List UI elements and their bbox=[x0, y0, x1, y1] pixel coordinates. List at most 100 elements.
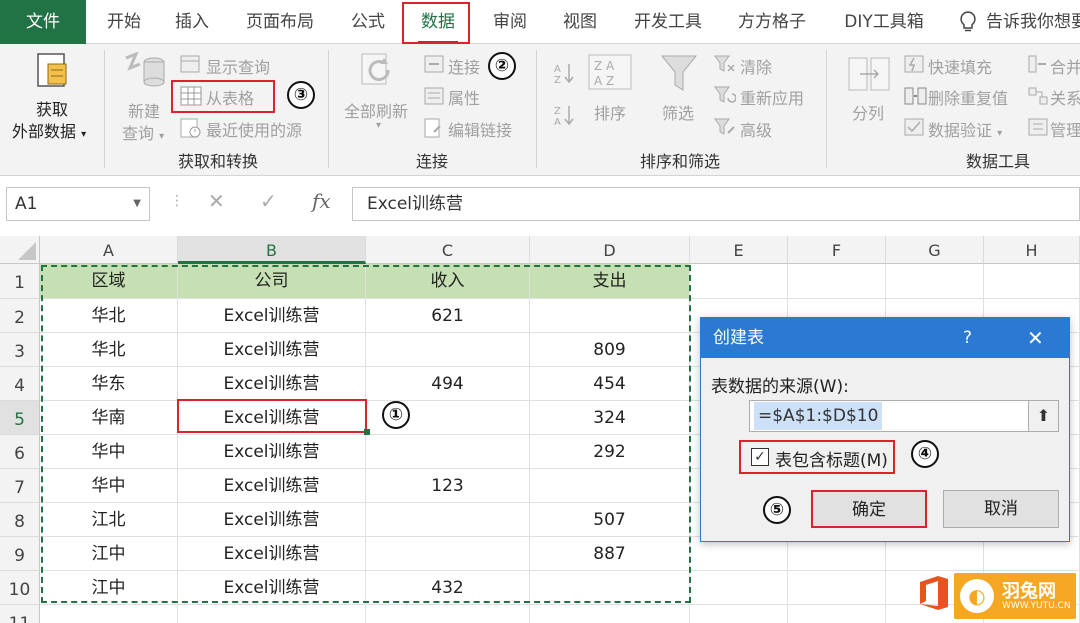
properties-icon bbox=[424, 87, 444, 109]
recent-sources-button[interactable]: 最近使用的源 bbox=[206, 117, 302, 141]
get-external-data-button[interactable]: 外部数据 ▾ bbox=[12, 118, 86, 142]
cancel-icon[interactable]: ✕ bbox=[208, 189, 225, 213]
table-cell[interactable] bbox=[40, 605, 178, 623]
enter-check-icon[interactable]: ✓ bbox=[260, 189, 277, 213]
collapse-dialog-icon[interactable]: ⬆ bbox=[1028, 401, 1058, 431]
chevron-down-icon: ▾ bbox=[997, 128, 1003, 139]
manage-data-model-icon bbox=[1028, 118, 1048, 140]
table-cell[interactable] bbox=[530, 605, 690, 623]
column-header-d[interactable]: D bbox=[530, 236, 690, 264]
column-header-c[interactable]: C bbox=[366, 236, 530, 264]
name-box[interactable]: A1 ▼ bbox=[6, 187, 150, 221]
select-all-corner[interactable] bbox=[0, 236, 40, 264]
tab-diy-toolbox[interactable]: DIY工具箱 bbox=[842, 0, 926, 44]
data-validation-button[interactable]: 数据验证 ▾ bbox=[928, 117, 1002, 141]
tab-review[interactable]: 审阅 bbox=[490, 0, 530, 44]
column-header-b[interactable]: B bbox=[178, 236, 366, 264]
get-external-label-1[interactable]: 获取 bbox=[36, 96, 68, 120]
new-query-icon bbox=[122, 51, 166, 94]
new-query-button[interactable]: 查询 ▾ bbox=[122, 120, 164, 144]
table-cell[interactable] bbox=[366, 605, 530, 623]
tab-view[interactable]: 视图 bbox=[560, 0, 600, 44]
advanced-button[interactable]: 高级 bbox=[740, 117, 772, 141]
new-query-label-1[interactable]: 新建 bbox=[128, 98, 160, 122]
table-cell[interactable] bbox=[788, 537, 886, 571]
table-cell[interactable] bbox=[886, 264, 984, 299]
row-header-5[interactable]: 5 bbox=[0, 401, 40, 435]
column-header-f[interactable]: F bbox=[788, 236, 886, 264]
column-header-e[interactable]: E bbox=[690, 236, 788, 264]
table-cell[interactable] bbox=[788, 571, 886, 605]
chevron-down-icon: ▾ bbox=[159, 131, 165, 142]
row-header-1[interactable]: 1 bbox=[0, 264, 40, 299]
header-checkbox-label[interactable]: 表包含标题(M) bbox=[775, 446, 888, 471]
row-header-9[interactable]: 9 bbox=[0, 537, 40, 571]
watermark-name: 羽兔网 bbox=[1002, 581, 1056, 602]
edit-links-button[interactable]: 编辑链接 bbox=[448, 117, 512, 141]
tab-fangfang[interactable]: 方方格子 bbox=[736, 0, 808, 44]
remove-duplicates-button[interactable]: 删除重复值 bbox=[928, 85, 1008, 109]
flash-fill-button[interactable]: 快速填充 bbox=[928, 54, 992, 78]
tell-me-search[interactable]: 告诉我你想要 bbox=[986, 0, 1080, 44]
tab-insert[interactable]: 插入 bbox=[172, 0, 212, 44]
consolidate-button[interactable]: 合并 bbox=[1050, 54, 1080, 78]
step-1-marker: ① bbox=[382, 401, 410, 429]
reapply-icon bbox=[714, 86, 737, 108]
table-cell[interactable] bbox=[788, 605, 886, 623]
column-header-g[interactable]: G bbox=[886, 236, 984, 264]
refresh-all-button[interactable]: 全部刷新 bbox=[344, 98, 408, 122]
tab-formulas[interactable]: 公式 bbox=[348, 0, 388, 44]
relationships-button[interactable]: 关系 bbox=[1050, 85, 1080, 109]
help-button[interactable]: ? bbox=[963, 318, 972, 358]
formula-input[interactable]: Excel训练营 bbox=[352, 187, 1080, 221]
properties-button[interactable]: 属性 bbox=[448, 85, 480, 109]
range-input[interactable]: =$A$1:$D$10 ⬆ bbox=[749, 400, 1059, 432]
insert-function-icon[interactable]: fx bbox=[312, 189, 331, 213]
svg-text:A: A bbox=[554, 64, 561, 75]
step-4-marker: ④ bbox=[911, 440, 939, 468]
table-cell[interactable] bbox=[984, 537, 1080, 571]
row-header-8[interactable]: 8 bbox=[0, 503, 40, 537]
step-2-marker: ② bbox=[488, 52, 516, 80]
table-cell[interactable] bbox=[690, 537, 788, 571]
row-header-11[interactable]: 11 bbox=[0, 605, 40, 623]
column-header-h[interactable]: H bbox=[984, 236, 1080, 264]
table-cell[interactable] bbox=[690, 571, 788, 605]
filter-button[interactable]: 筛选 bbox=[662, 100, 694, 124]
show-queries-icon bbox=[180, 55, 200, 77]
tab-file[interactable]: 文件 bbox=[0, 0, 86, 44]
relationships-icon bbox=[1028, 87, 1048, 109]
sort-button[interactable]: 排序 bbox=[594, 100, 626, 124]
row-header-2[interactable]: 2 bbox=[0, 299, 40, 333]
fill-handle[interactable] bbox=[364, 429, 370, 435]
show-queries-button[interactable]: 显示查询 bbox=[206, 54, 270, 78]
close-icon[interactable]: ✕ bbox=[1027, 318, 1044, 358]
group-data-tools-label: 数据工具 bbox=[965, 152, 1030, 171]
tab-home[interactable]: 开始 bbox=[104, 0, 144, 44]
chevron-down-icon: ▾ bbox=[81, 129, 87, 140]
connections-button[interactable]: 连接 bbox=[448, 54, 480, 78]
reapply-button[interactable]: 重新应用 bbox=[740, 85, 804, 109]
text-to-columns-button[interactable]: 分列 bbox=[852, 100, 884, 124]
table-cell[interactable] bbox=[690, 264, 788, 299]
table-cell[interactable] bbox=[984, 264, 1080, 299]
table-cell[interactable] bbox=[178, 605, 366, 623]
row-header-7[interactable]: 7 bbox=[0, 469, 40, 503]
ok-button[interactable]: 确定 bbox=[811, 490, 927, 528]
svg-text:Z: Z bbox=[554, 106, 561, 117]
row-header-6[interactable]: 6 bbox=[0, 435, 40, 469]
table-cell[interactable] bbox=[690, 605, 788, 623]
table-cell[interactable] bbox=[788, 264, 886, 299]
manage-button[interactable]: 管理 bbox=[1050, 117, 1080, 141]
column-header-a[interactable]: A bbox=[40, 236, 178, 264]
header-checkbox[interactable]: ✓ bbox=[751, 448, 769, 466]
chevron-down-icon: ▾ bbox=[376, 120, 382, 131]
tab-page-layout[interactable]: 页面布局 bbox=[244, 0, 316, 44]
clear-button[interactable]: 清除 bbox=[740, 54, 772, 78]
table-cell[interactable] bbox=[886, 537, 984, 571]
row-header-10[interactable]: 10 bbox=[0, 571, 40, 605]
cancel-button[interactable]: 取消 bbox=[943, 490, 1059, 528]
row-header-3[interactable]: 3 bbox=[0, 333, 40, 367]
tab-developer[interactable]: 开发工具 bbox=[632, 0, 704, 44]
row-header-4[interactable]: 4 bbox=[0, 367, 40, 401]
